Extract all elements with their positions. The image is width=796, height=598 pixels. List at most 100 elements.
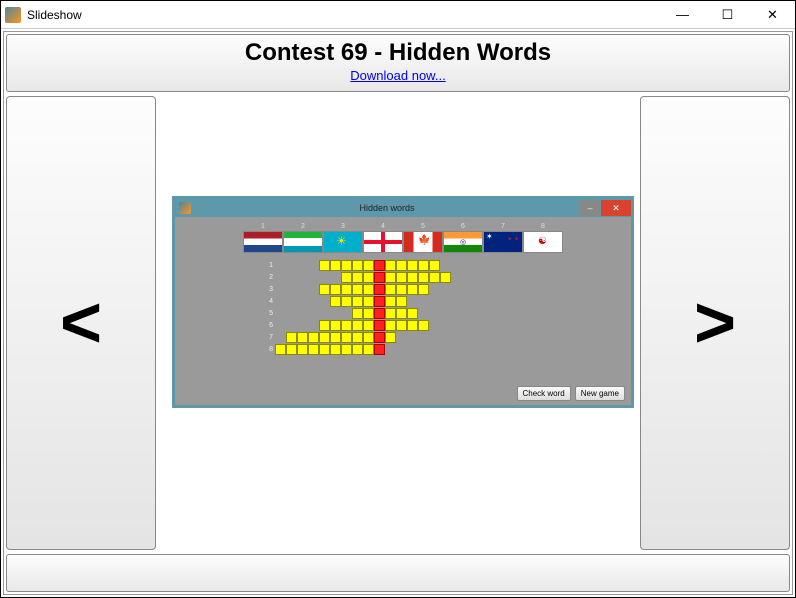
flags-row: 12345678 [175, 223, 631, 253]
grid-cell [330, 320, 341, 331]
next-button[interactable]: > [640, 96, 790, 550]
grid-cell [363, 284, 374, 295]
slide-screenshot: Hidden words – ✕ 12345678 12345678 Check… [172, 196, 634, 408]
grid-cell [352, 260, 363, 271]
grid-cell [352, 284, 363, 295]
grid-cell [385, 332, 396, 343]
close-button[interactable]: ✕ [750, 1, 795, 29]
grid-cell [396, 260, 407, 271]
grid-row: 6 [263, 319, 543, 331]
grid-cell [396, 320, 407, 331]
grid-cell [418, 260, 429, 271]
grid-cell [319, 332, 330, 343]
row-number: 2 [263, 274, 273, 281]
flag-icon [403, 231, 443, 253]
flag-number: 8 [523, 223, 563, 230]
row-number: 4 [263, 298, 273, 305]
inner-minimize-icon: – [580, 200, 600, 216]
crossword-grid: 1 2 3 4 5 6 7 8 [263, 259, 543, 355]
grid-cell [363, 260, 374, 271]
row-number: 3 [263, 286, 273, 293]
row-number: 1 [263, 262, 273, 269]
grid-cell [396, 272, 407, 283]
grid-cell-key [374, 344, 385, 355]
flag-column: 1 [243, 223, 283, 253]
grid-cell [385, 284, 396, 295]
flag-column: 4 [363, 223, 403, 253]
flag-number: 7 [483, 223, 523, 230]
grid-cell [407, 272, 418, 283]
grid-cell [407, 320, 418, 331]
flag-icon [483, 231, 523, 253]
row-number: 5 [263, 310, 273, 317]
flag-icon [243, 231, 283, 253]
grid-cell [341, 344, 352, 355]
flag-number: 1 [243, 223, 283, 230]
grid-cell [341, 332, 352, 343]
grid-cell [429, 260, 440, 271]
row-number: 6 [263, 322, 273, 329]
grid-cell [363, 344, 374, 355]
minimize-button[interactable]: — [660, 1, 705, 29]
window-title: Slideshow [27, 8, 82, 22]
grid-row: 2 [263, 271, 543, 283]
download-link[interactable]: Download now... [350, 68, 445, 83]
grid-cell-key [374, 332, 385, 343]
grid-cell [363, 272, 374, 283]
row-number: 7 [263, 334, 273, 341]
grid-cell [385, 272, 396, 283]
grid-cell [363, 308, 374, 319]
grid-cell-key [374, 296, 385, 307]
flag-number: 4 [363, 223, 403, 230]
flag-number: 2 [283, 223, 323, 230]
grid-row: 5 [263, 307, 543, 319]
flag-column: 3 [323, 223, 363, 253]
flag-number: 6 [443, 223, 483, 230]
grid-cell [297, 344, 308, 355]
maximize-button[interactable]: ☐ [705, 1, 750, 29]
grid-cell [330, 344, 341, 355]
grid-cell-key [374, 308, 385, 319]
grid-cell [341, 296, 352, 307]
grid-cell [385, 320, 396, 331]
grid-cell-key [374, 284, 385, 295]
flag-number: 5 [403, 223, 443, 230]
new-game-button: New game [575, 386, 625, 401]
grid-cell [363, 320, 374, 331]
grid-cell [308, 344, 319, 355]
grid-cell [286, 344, 297, 355]
middle-row: < Hidden words – ✕ 12345678 12345678 Che… [6, 96, 790, 550]
grid-cell [330, 260, 341, 271]
grid-cell-key [374, 272, 385, 283]
inner-titlebar: Hidden words – ✕ [175, 199, 631, 217]
grid-cell [275, 344, 286, 355]
grid-cell [440, 272, 451, 283]
grid-cell [319, 284, 330, 295]
grid-cell [352, 344, 363, 355]
flag-icon [443, 231, 483, 253]
grid-row: 4 [263, 295, 543, 307]
inner-close-icon: ✕ [601, 200, 631, 216]
grid-cell [319, 260, 330, 271]
grid-cell [407, 260, 418, 271]
window-controls: — ☐ ✕ [660, 1, 795, 29]
row-number: 8 [263, 346, 273, 353]
grid-row: 1 [263, 259, 543, 271]
grid-cell [418, 272, 429, 283]
flag-column: 7 [483, 223, 523, 253]
grid-cell [341, 260, 352, 271]
flag-column: 2 [283, 223, 323, 253]
grid-cell [352, 332, 363, 343]
grid-cell [418, 284, 429, 295]
inner-app-icon [179, 202, 191, 214]
grid-cell [319, 320, 330, 331]
prev-button[interactable]: < [6, 96, 156, 550]
flag-icon [283, 231, 323, 253]
grid-cell [341, 320, 352, 331]
grid-cell [341, 272, 352, 283]
grid-cell [396, 308, 407, 319]
flag-column: 8 [523, 223, 563, 253]
footer-panel [6, 554, 790, 592]
header-panel: Contest 69 - Hidden Words Download now..… [6, 34, 790, 92]
inner-buttons: Check word New game [517, 386, 626, 401]
